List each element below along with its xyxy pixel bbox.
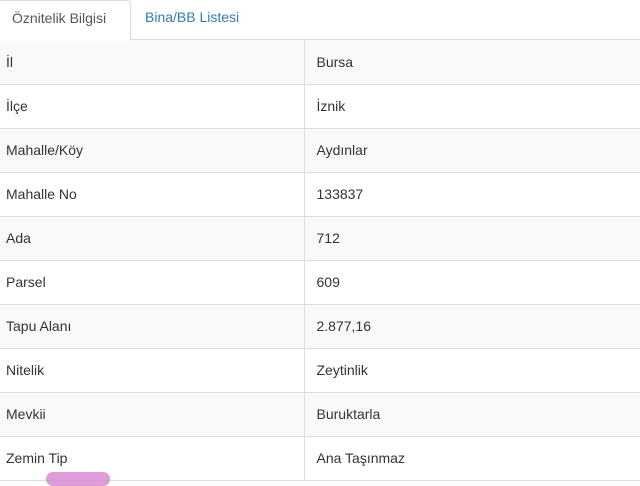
overlay-badge[interactable] (46, 472, 110, 486)
table-row: Parsel 609 (0, 260, 640, 305)
row-key: İlçe (0, 84, 305, 129)
table-row: Ada 712 (0, 216, 640, 261)
row-value: Aydınlar (304, 128, 640, 173)
table-row: Mahalle/Köy Aydınlar (0, 128, 640, 173)
row-value: Zeytinlik (304, 348, 640, 393)
row-key: Zemin Tip (0, 436, 305, 481)
row-value: İznik (304, 84, 640, 129)
table-row: Mahalle No 133837 (0, 172, 640, 217)
row-key: Tapu Alanı (0, 304, 305, 349)
row-value: Buruktarla (304, 392, 640, 437)
row-key: İl (0, 40, 305, 85)
row-value: 2.877,16 (304, 304, 640, 349)
row-value: 712 (304, 216, 640, 261)
tab-bina-bb-listesi[interactable]: Bina/BB Listesi (137, 0, 247, 40)
table-row: Tapu Alanı 2.877,16 (0, 304, 640, 349)
row-key: Parsel (0, 260, 305, 305)
table-row: Mevkii Buruktarla (0, 392, 640, 437)
row-key: Mahalle/Köy (0, 128, 305, 173)
row-value: Bursa (304, 40, 640, 85)
table-row: İlçe İznik (0, 84, 640, 129)
row-key: Ada (0, 216, 305, 261)
row-value: 609 (304, 260, 640, 305)
row-value: 133837 (304, 172, 640, 217)
table-row: Nitelik Zeytinlik (0, 348, 640, 393)
attribute-table: İl Bursa İlçe İznik Mahalle/Köy Aydınlar… (0, 40, 640, 481)
row-key: Mevkii (0, 392, 305, 437)
row-value: Ana Taşınmaz (304, 436, 640, 481)
row-key: Nitelik (0, 348, 305, 393)
row-key: Mahalle No (0, 172, 305, 217)
tab-bar: Öznitelik Bilgisi Bina/BB Listesi (0, 0, 640, 41)
table-row: İl Bursa (0, 40, 640, 85)
tab-oznitelik-bilgisi[interactable]: Öznitelik Bilgisi (0, 0, 131, 41)
